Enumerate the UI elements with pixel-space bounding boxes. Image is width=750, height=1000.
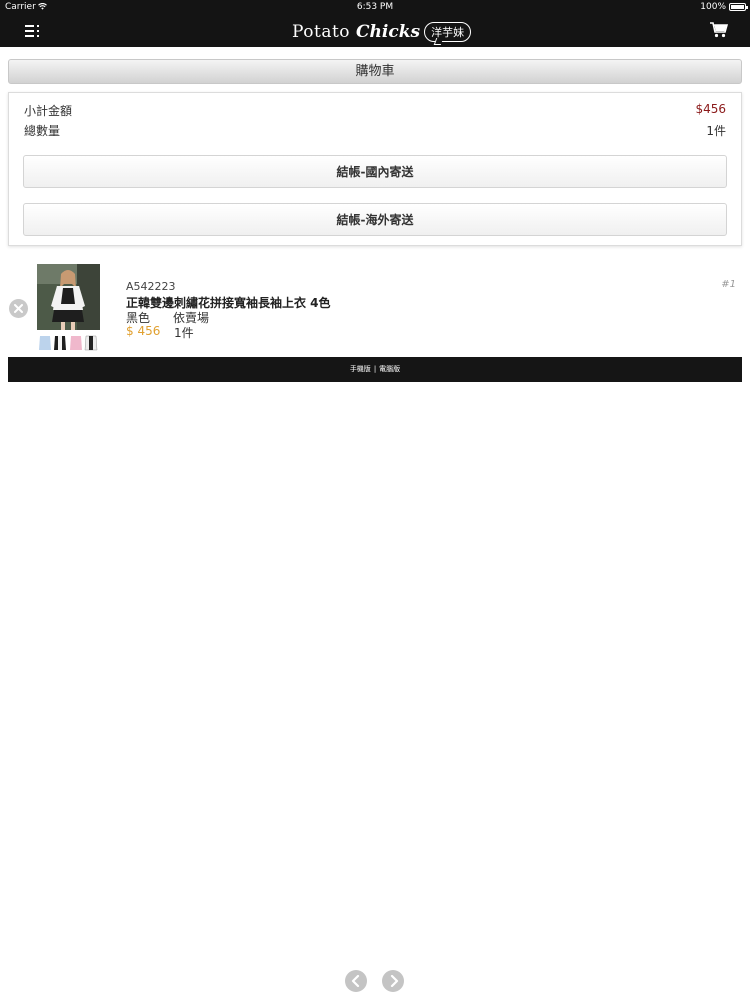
subtotal-label: 小計金額 [24,104,73,118]
item-index: #1 [721,279,736,290]
checkout-domestic-button[interactable]: 結帳-國內寄送 [23,155,727,188]
back-button[interactable] [345,970,367,992]
status-bar: Carrier 6:53 PM 100% [0,0,750,15]
product-photo [37,264,100,352]
item-code: A542223 [126,280,176,293]
logo-chicks-text: Chicks [356,22,421,42]
total-quantity-label: 總數量 [24,124,61,138]
cart-item: #1 A542223 正韓雙邊刺繡花拼接寬袖長袖上衣 4色 黑色 依賣場 $ 4… [0,262,750,356]
footer-separator: | [373,365,377,373]
shopping-cart-icon[interactable] [710,22,728,38]
hamburger-menu-icon[interactable] [24,23,42,39]
subtotal-value: $456 [695,102,726,116]
cart-title-bar: 購物車 [8,59,742,84]
chevron-right-icon [390,975,399,987]
logo-speech-bubble: 洋芋妹 [424,22,472,42]
checkout-overseas-button[interactable]: 結帳-海外寄送 [23,203,727,236]
item-name[interactable]: 正韓雙邊刺繡花拼接寬袖長袖上衣 4色 [126,294,331,311]
total-quantity-value: 1件 [706,124,726,138]
subtotal-row: 小計金額 $456 [24,102,726,120]
product-thumbnail[interactable] [37,264,100,352]
status-time: 6:53 PM [356,2,394,12]
battery-icon [729,3,748,11]
close-icon [14,304,23,313]
total-quantity-row: 總數量 1件 [24,122,726,140]
footer-bar: 手機版 | 電腦版 [8,357,742,382]
cart-title: 購物車 [355,64,395,79]
battery-percent: 100% [700,2,726,12]
remove-item-button[interactable] [9,299,28,318]
chevron-left-icon [351,975,360,987]
forward-button[interactable] [382,970,404,992]
logo-potato-text: Potato [292,22,351,42]
top-nav-bar: Potato Chicks 洋芋妹 [0,15,750,47]
mobile-version-link[interactable]: 手機版 [350,365,371,373]
brand-logo[interactable]: Potato Chicks 洋芋妹 [292,18,472,46]
cart-summary: 小計金額 $456 總數量 1件 結帳-國內寄送 結帳-海外寄送 [8,92,742,246]
item-quantity: 1件 [174,326,194,340]
item-price: $ 456 [126,324,161,338]
desktop-version-link[interactable]: 電腦版 [379,365,400,373]
